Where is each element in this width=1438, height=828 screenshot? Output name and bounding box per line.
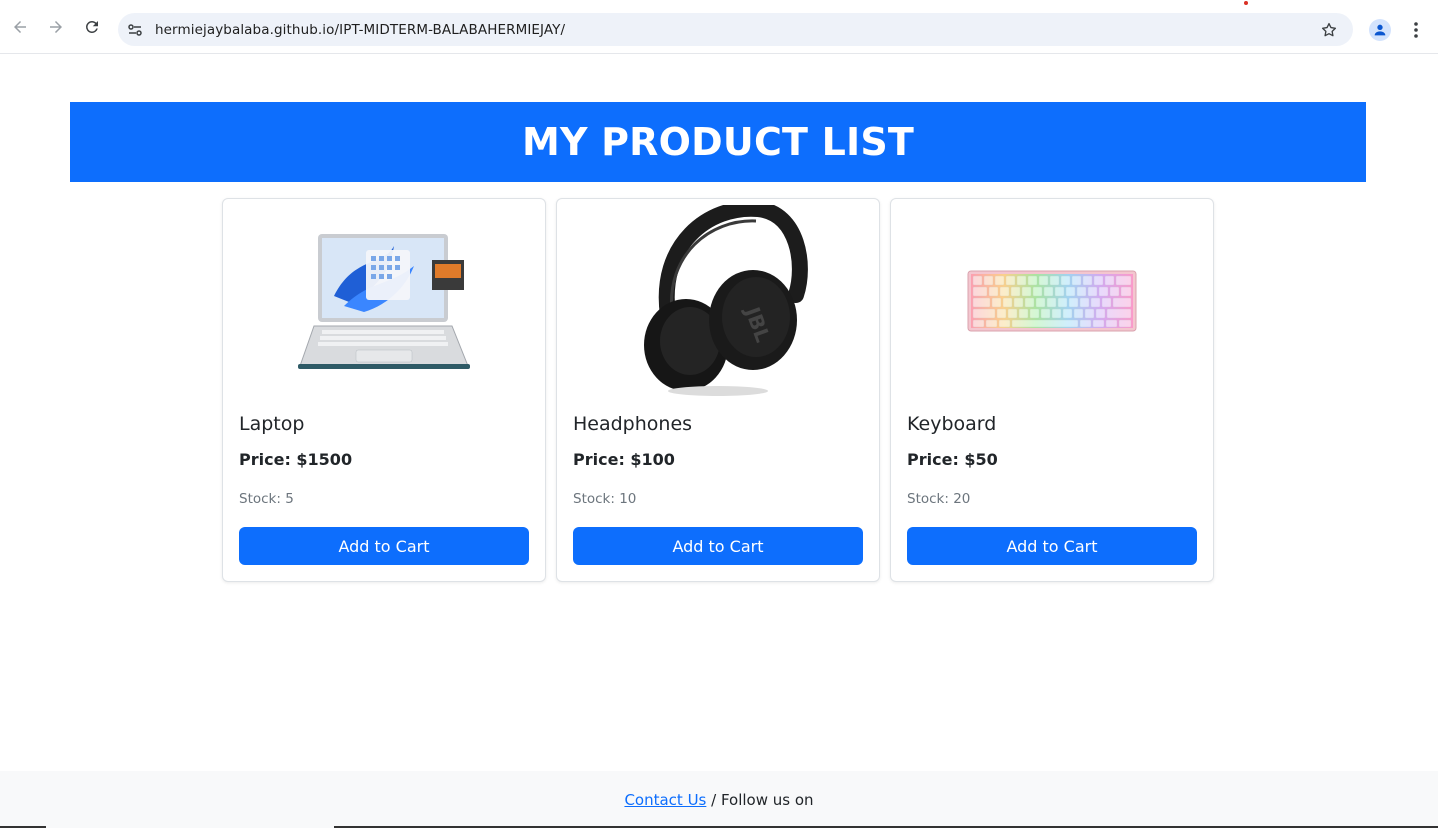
reload-icon[interactable]	[80, 15, 104, 39]
recording-indicator-icon	[1244, 1, 1248, 5]
address-bar[interactable]: hermiejaybalaba.github.io/IPT-MIDTERM-BA…	[118, 13, 1353, 46]
add-to-cart-button[interactable]: Add to Cart	[239, 527, 529, 565]
product-card-keyboard: Keyboard Price: $50 Stock: 20 Add to Car…	[890, 198, 1214, 582]
page-header: MY PRODUCT LIST	[70, 102, 1366, 182]
forward-icon[interactable]	[44, 15, 68, 39]
product-name: Laptop	[239, 413, 305, 435]
footer-text: Contact Us / Follow us on	[0, 791, 1438, 809]
product-list: Laptop Price: $1500 Stock: 5 Add to Cart…	[222, 198, 1214, 582]
back-icon[interactable]	[8, 15, 32, 39]
add-to-cart-button[interactable]: Add to Cart	[907, 527, 1197, 565]
product-stock: Stock: 10	[573, 491, 637, 507]
follow-us-text: / Follow us on	[706, 791, 814, 809]
site-info-icon[interactable]	[126, 21, 144, 39]
url-text[interactable]: hermiejaybalaba.github.io/IPT-MIDTERM-BA…	[155, 21, 565, 39]
product-card-laptop: Laptop Price: $1500 Stock: 5 Add to Cart	[222, 198, 546, 582]
keyboard-image	[907, 203, 1197, 399]
page-title: MY PRODUCT LIST	[521, 120, 915, 164]
contact-us-link[interactable]: Contact Us	[624, 791, 706, 809]
page-footer: Contact Us / Follow us on	[0, 771, 1438, 828]
product-price: Price: $100	[573, 450, 675, 469]
product-stock: Stock: 5	[239, 491, 294, 507]
add-to-cart-button[interactable]: Add to Cart	[573, 527, 863, 565]
product-stock: Stock: 20	[907, 491, 971, 507]
product-price: Price: $50	[907, 450, 998, 469]
browser-toolbar: hermiejaybalaba.github.io/IPT-MIDTERM-BA…	[0, 0, 1438, 54]
menu-dots-icon[interactable]	[1406, 18, 1426, 42]
profile-icon[interactable]	[1369, 19, 1391, 41]
product-price: Price: $1500	[239, 450, 353, 469]
headphones-image: JBL	[573, 203, 863, 399]
laptop-image	[239, 203, 529, 399]
product-name: Keyboard	[907, 413, 997, 435]
product-card-headphones: JBL Headphones Price: $100 Stock: 10 Add…	[556, 198, 880, 582]
product-name: Headphones	[573, 413, 693, 435]
bookmark-star-icon[interactable]	[1319, 20, 1339, 40]
